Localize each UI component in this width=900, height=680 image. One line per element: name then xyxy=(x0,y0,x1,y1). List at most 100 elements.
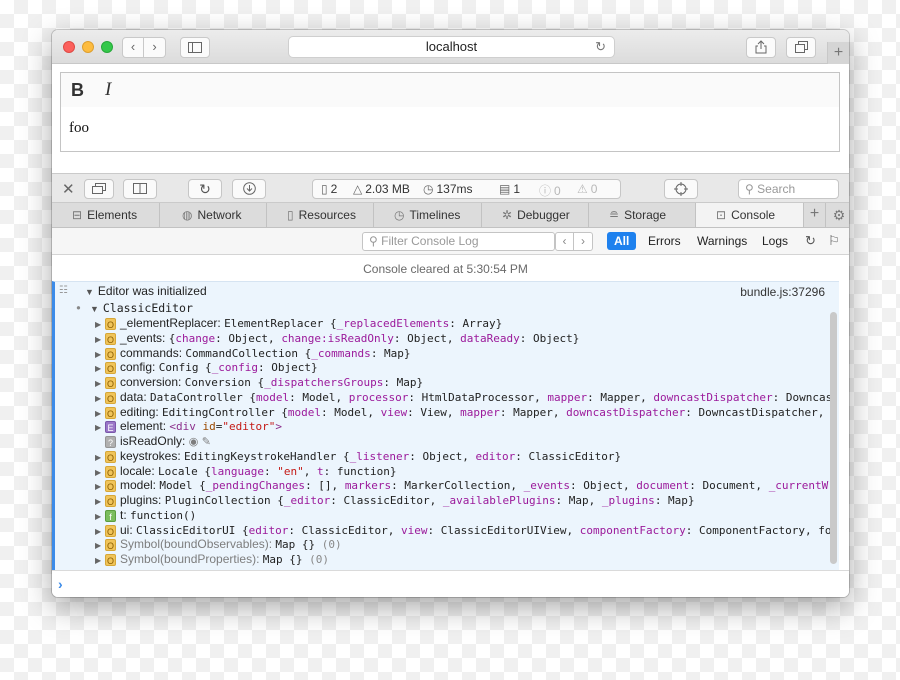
add-tab-button[interactable]: + xyxy=(804,203,826,227)
minimize-window-button[interactable] xyxy=(82,41,94,53)
expand-triangle-icon[interactable]: ▶ xyxy=(95,347,105,361)
clear-console-icon[interactable]: ↻ xyxy=(805,233,816,249)
property-key: element: xyxy=(120,419,170,434)
tab-debugger[interactable]: ✲ Debugger xyxy=(482,203,589,227)
expand-triangle-icon[interactable]: ▶ xyxy=(95,361,105,375)
object-tree: • ▼ ClassicEditor ▶ O _elementReplacer: Elem… xyxy=(55,299,839,570)
settings-button[interactable]: ⚙ xyxy=(829,203,849,227)
level-logs[interactable]: Logs xyxy=(762,232,788,250)
level-warnings[interactable]: Warnings xyxy=(697,232,747,250)
type-badge-icon: O xyxy=(105,465,116,478)
load-time[interactable]: ◷ 137ms xyxy=(423,182,473,196)
forward-button[interactable]: › xyxy=(144,37,166,58)
console-filter-bar: ⚲ Filter Console Log ‹ › All Errors Warn… xyxy=(52,228,849,255)
url-text: localhost xyxy=(425,39,478,54)
property-key: editing: xyxy=(120,404,163,419)
italic-button[interactable]: I xyxy=(105,79,111,101)
devtools-search[interactable]: ⚲ Search xyxy=(738,179,839,199)
expand-triangle-icon[interactable]: ▶ xyxy=(95,465,105,479)
level-errors[interactable]: Errors xyxy=(648,232,681,250)
property-row-plugins[interactable]: ▶ Oplugins: PluginCollection {_editor: Cl… xyxy=(95,493,835,508)
property-row-conversion[interactable]: ▶ Oconversion: Conversion {_dispatchersGr… xyxy=(95,375,835,390)
property-row-config[interactable]: ▶ Oconfig: Config {_config: Object} xyxy=(95,360,835,375)
property-row-keystrokes[interactable]: ▶ Okeystrokes: EditingKeystrokeHandler {_… xyxy=(95,449,835,464)
property-row-symbol-boundobservables[interactable]: ▶ O Symbol(boundObservables): Map {} (0) xyxy=(95,537,835,552)
property-row-editing[interactable]: ▶ Oediting: EditingController {model: Mod… xyxy=(95,405,835,420)
bold-button[interactable]: B xyxy=(71,80,84,101)
property-row-locale[interactable]: ▶ Olocale: Locale {language: "en", t: fun… xyxy=(95,464,835,479)
property-value: Map {} (0) xyxy=(262,553,329,566)
expand-triangle-icon[interactable]: ▶ xyxy=(95,376,105,390)
tab-network[interactable]: ◍ Network xyxy=(160,203,267,227)
type-badge-icon: O xyxy=(105,332,116,345)
expand-triangle-icon[interactable]: ▶ xyxy=(95,317,105,331)
expand-triangle-icon[interactable]: ▶ xyxy=(95,391,105,405)
reload-icon: ↻ xyxy=(199,181,211,197)
expand-triangle-icon[interactable]: ▶ xyxy=(95,538,105,552)
source-link[interactable]: bundle.js:37296 xyxy=(740,285,825,299)
property-row-t[interactable]: ▶ f t: function() xyxy=(95,508,835,523)
page-stats: ▯ 2 △ 2.03 MB ◷ 137ms ▤ 1 ⓘ 0 ⚠ 0 xyxy=(312,179,621,199)
warning-count[interactable]: ⚠ 0 xyxy=(577,182,597,196)
tree-root[interactable]: • ▼ ClassicEditor xyxy=(75,301,193,315)
download-button[interactable] xyxy=(232,179,266,199)
message-header[interactable]: ▼ Editor was initialized xyxy=(85,284,207,298)
expand-triangle-icon[interactable]: ▶ xyxy=(95,420,105,434)
property-row-isreadonly[interactable]: ? isReadOnly: ◉ ✎ xyxy=(95,434,835,449)
back-button[interactable]: ‹ xyxy=(122,37,144,58)
error-count[interactable]: ⓘ 0 xyxy=(539,182,561,199)
editor-content[interactable]: foo xyxy=(60,107,840,152)
tab-storage[interactable]: ≘ Storage xyxy=(589,203,696,227)
expand-triangle-icon[interactable]: ▶ xyxy=(95,332,105,346)
split-console-button[interactable] xyxy=(123,179,157,199)
error-icon: ⓘ xyxy=(539,184,552,198)
property-key: Symbol(boundProperties): xyxy=(120,552,263,566)
level-all[interactable]: All xyxy=(607,232,637,250)
console-filter-input[interactable]: ⚲ Filter Console Log xyxy=(362,232,555,251)
expand-triangle-icon[interactable]: ▶ xyxy=(95,479,105,493)
plus-icon: + xyxy=(809,205,820,222)
property-row-element[interactable]: ▶ Eelement: <div id="editor"> xyxy=(95,419,835,434)
property-row-elementreplacer[interactable]: ▶ O _elementReplacer: ElementReplacer {_re… xyxy=(95,316,835,331)
property-row-symbol-boundproperties[interactable]: ▶ O Symbol(boundProperties): Map {} (0) xyxy=(95,552,835,567)
property-row-commands[interactable]: ▶ Ocommands: CommandCollection {_commands… xyxy=(95,346,835,361)
dock-button[interactable] xyxy=(84,179,114,199)
expand-triangle-icon[interactable]: ▶ xyxy=(95,509,105,523)
chevron-left-icon: ‹ xyxy=(130,39,136,54)
reload-icon[interactable]: ↻ xyxy=(595,37,606,57)
property-row-data[interactable]: ▶ Odata: DataController {model: Model, pr… xyxy=(95,390,835,405)
tab-console[interactable]: ⊡ Console xyxy=(696,203,804,227)
expand-triangle-icon[interactable]: ▶ xyxy=(95,524,105,538)
previous-match-button[interactable]: ‹ xyxy=(555,232,574,251)
share-button[interactable] xyxy=(746,37,776,58)
show-tabs-button[interactable] xyxy=(786,37,816,58)
next-match-button[interactable]: › xyxy=(574,232,593,251)
property-row-events[interactable]: ▶ O _events: {change: Object, change:isRea… xyxy=(95,331,835,346)
close-window-button[interactable] xyxy=(63,41,75,53)
reload-page-button[interactable]: ↻ xyxy=(188,179,222,199)
property-value: CommandCollection {_commands: Map} xyxy=(185,346,411,360)
inspect-button[interactable] xyxy=(664,179,698,199)
sidebar-button[interactable] xyxy=(180,37,210,58)
resource-size[interactable]: △ 2.03 MB xyxy=(353,182,410,196)
close-devtools-icon[interactable]: ✕ xyxy=(62,180,75,198)
property-row-model[interactable]: ▶ Omodel: Model {_pendingChanges: [], mar… xyxy=(95,478,835,493)
tab-elements[interactable]: ⊟ Elements xyxy=(52,203,160,227)
console-scrollbar[interactable] xyxy=(830,312,837,564)
address-bar[interactable]: localhost ↻ xyxy=(288,36,615,58)
expand-triangle-icon[interactable]: ▶ xyxy=(95,450,105,464)
resource-count[interactable]: ▯ 2 xyxy=(321,182,337,196)
property-row-ui[interactable]: ▶ Oui: ClassicEditorUI {editor: ClassicEd… xyxy=(95,523,835,538)
preserve-log-icon[interactable]: ⚐ xyxy=(828,233,840,249)
debugger-icon: ✲ xyxy=(502,208,513,222)
console-prompt[interactable]: › xyxy=(52,570,849,597)
tab-resources[interactable]: ▯ Resources xyxy=(267,203,374,227)
zoom-window-button[interactable] xyxy=(101,41,113,53)
expand-triangle-icon[interactable]: ▶ xyxy=(95,553,105,567)
getter-eye-icon[interactable]: ◉ ✎ xyxy=(189,435,211,448)
expand-triangle-icon[interactable]: ▶ xyxy=(95,494,105,508)
expand-triangle-icon[interactable]: ▶ xyxy=(95,406,105,420)
new-tab-button[interactable]: + xyxy=(827,42,849,64)
tab-timelines[interactable]: ◷ Timelines xyxy=(374,203,482,227)
log-count[interactable]: ▤ 1 xyxy=(499,182,520,196)
